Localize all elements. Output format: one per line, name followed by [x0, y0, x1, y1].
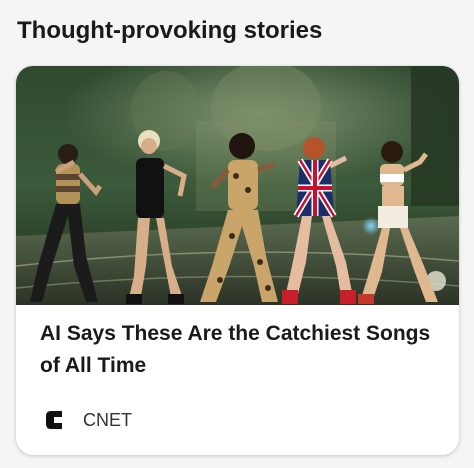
- story-headline[interactable]: AI Says These Are the Catchiest Songs of…: [40, 318, 440, 382]
- section-title: Thought-provoking stories: [17, 17, 323, 44]
- source-name: CNET: [83, 409, 132, 430]
- story-image[interactable]: [16, 66, 459, 305]
- story-card[interactable]: AI Says These Are the Catchiest Songs of…: [16, 66, 459, 455]
- cnet-logo-icon: [46, 411, 62, 429]
- story-source[interactable]: CNET: [42, 406, 132, 434]
